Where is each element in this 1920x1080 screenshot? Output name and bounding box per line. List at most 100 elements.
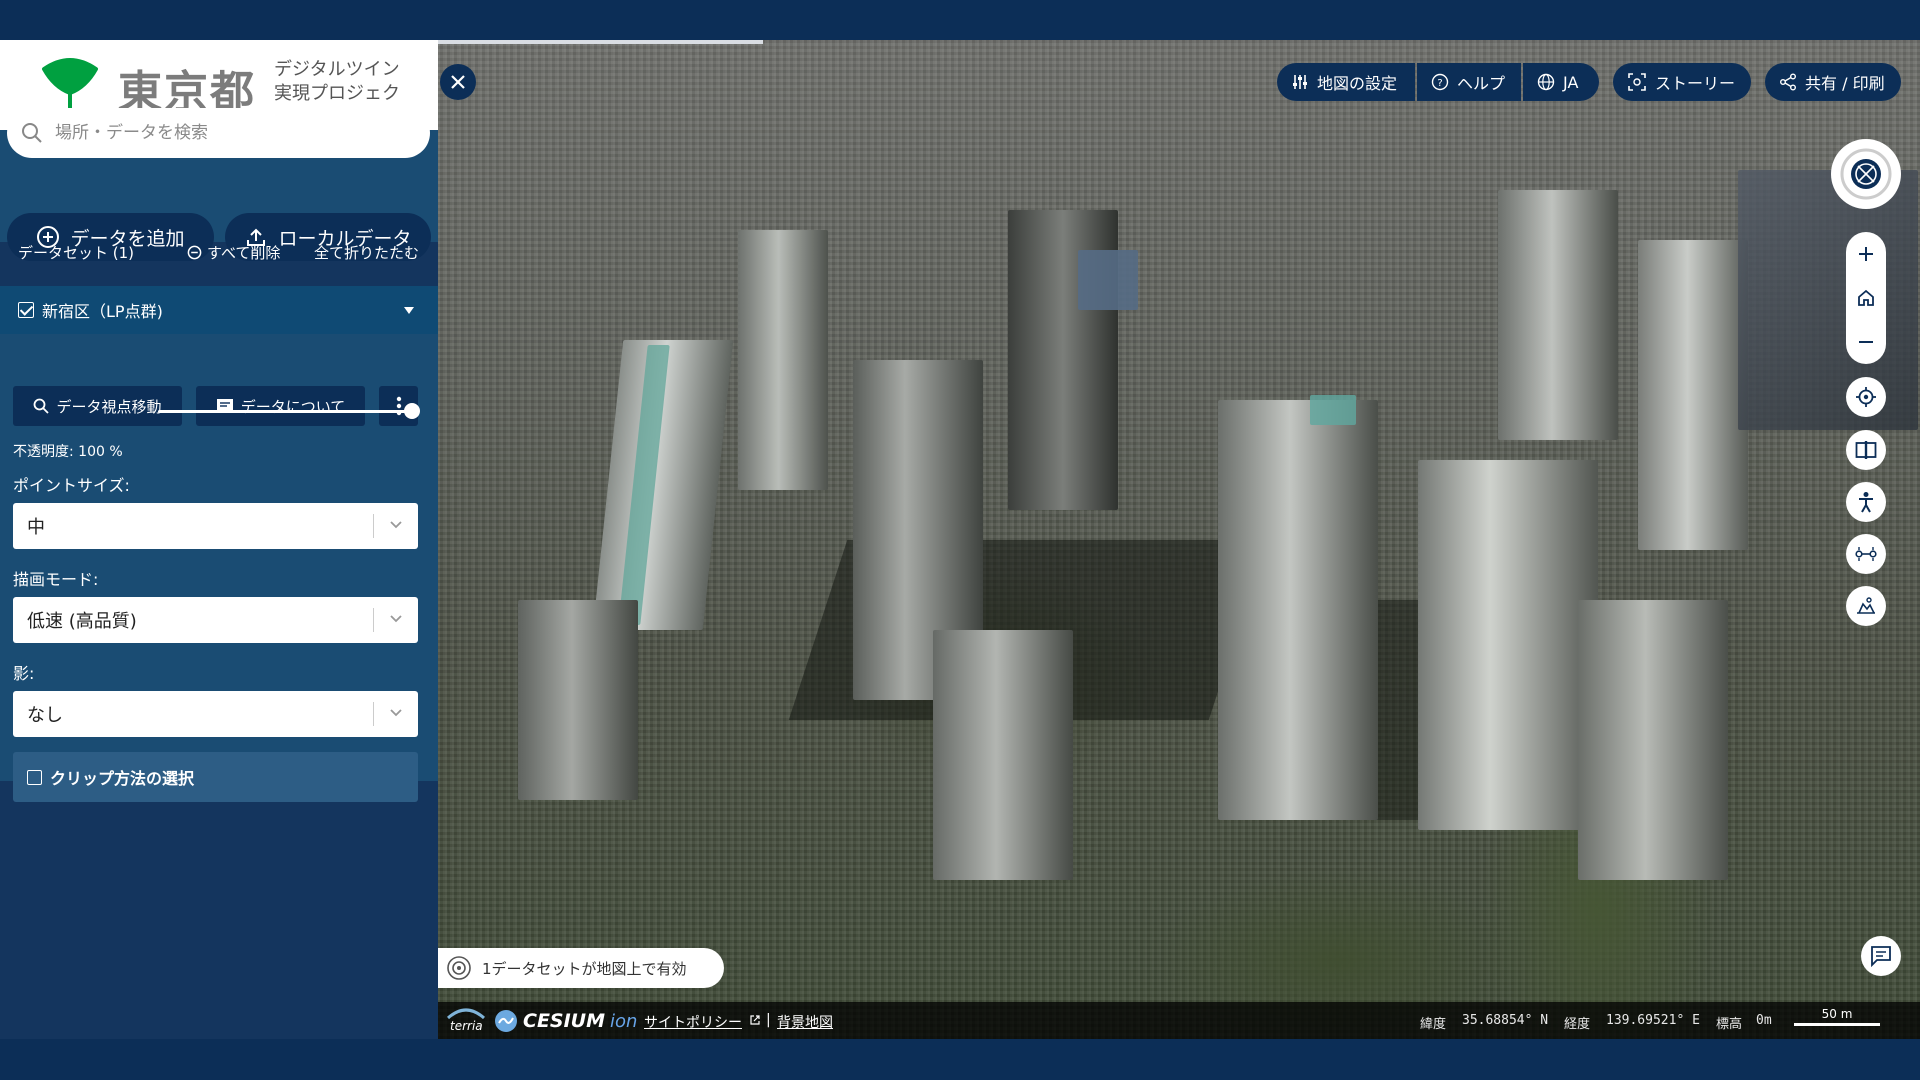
terria-logo-icon [447, 1008, 485, 1020]
chevron-down-icon [390, 615, 402, 623]
home-icon [1858, 289, 1874, 306]
basemap-link[interactable]: 背景地図 [777, 1012, 833, 1032]
crosshair-icon [1856, 387, 1876, 407]
building [518, 600, 638, 800]
attribution-separator: | [766, 1012, 771, 1028]
dataset-title: 新宿区（LP点群) [42, 302, 163, 321]
split-screen-icon [1855, 441, 1877, 459]
zoom-out-button[interactable] [1846, 320, 1886, 364]
map-3d-view[interactable] [438, 40, 1920, 1039]
active-dataset-text: 1データセットが地図上で有効 [482, 959, 687, 978]
search-icon [22, 123, 42, 143]
remove-all-button[interactable]: すべて削除 [187, 242, 280, 263]
building [1578, 600, 1728, 880]
point-size-label: ポイントサイズ: [13, 476, 130, 495]
external-link-icon [750, 1015, 760, 1025]
split-view-button[interactable] [1846, 430, 1886, 470]
opacity-slider-track[interactable] [158, 410, 412, 413]
zoom-controls [1846, 232, 1886, 364]
opacity-slider-handle[interactable] [404, 403, 420, 419]
dataset-header[interactable]: 新宿区（LP点群) [0, 286, 438, 334]
share-print-button[interactable]: 共有 / 印刷 [1765, 63, 1901, 101]
dataset-count-label: データセット (1) [18, 244, 135, 262]
person-icon [1859, 492, 1873, 513]
search-icon [34, 398, 50, 414]
collapse-all-button[interactable]: 全て折りたたむ [314, 242, 419, 263]
latitude-value: 35.68854° N [1462, 1013, 1549, 1028]
active-dataset-status[interactable]: 1データセットが地図上で有効 [438, 948, 724, 988]
clip-label: クリップ方法の選択 [50, 769, 195, 788]
site-policy-link[interactable]: サイトポリシー [644, 1012, 742, 1032]
svg-text:?: ? [1437, 78, 1442, 89]
drawing-tool-button[interactable] [1846, 586, 1886, 626]
longitude-value: 139.69521° E [1606, 1013, 1700, 1028]
pedestrian-mode-button[interactable] [1846, 482, 1886, 522]
close-icon [451, 75, 465, 89]
elevation-value: 0m [1756, 1013, 1772, 1028]
zoom-to-data-button[interactable]: データ視点移動 [13, 386, 182, 426]
about-data-button[interactable]: データについて [196, 386, 365, 426]
story-label: ストーリー [1655, 74, 1736, 93]
clip-checkbox[interactable] [27, 769, 42, 785]
elevation-label: 標高 [1716, 1017, 1743, 1032]
remove-all-label: すべて削除 [207, 244, 281, 262]
story-button[interactable]: ストーリー [1613, 63, 1751, 101]
ion-text: ion [610, 1010, 638, 1032]
layers-active-icon [447, 956, 471, 980]
feedback-icon [1871, 946, 1891, 967]
scale-line [1794, 1023, 1880, 1026]
dataset-visibility-checkbox[interactable] [18, 302, 34, 318]
building [738, 230, 828, 490]
chevron-down-icon [390, 709, 402, 717]
building-roof [1310, 395, 1356, 425]
search-box[interactable] [7, 108, 430, 158]
compass-control[interactable] [1831, 139, 1901, 209]
render-mode-select[interactable]: 低速 (高品質) [13, 597, 418, 643]
language-label: JA [1563, 72, 1579, 92]
point-size-value: 中 [27, 517, 45, 538]
home-view-button[interactable] [1846, 276, 1886, 320]
kebab-menu-icon [396, 396, 401, 416]
latitude-label: 緯度 [1420, 1017, 1447, 1032]
measure-icon [1855, 547, 1877, 561]
language-button[interactable]: JA [1523, 63, 1599, 101]
building [933, 630, 1073, 880]
about-data-label: データについて [240, 397, 346, 416]
building-roof [1078, 250, 1138, 310]
terrain-draw-icon [1857, 597, 1875, 614]
share-icon [1780, 73, 1796, 91]
opacity-label: 不透明度: 100 % [13, 444, 123, 460]
minus-circle-icon [187, 245, 202, 260]
shadow-select[interactable]: なし [13, 691, 418, 737]
loading-progress-bar [438, 40, 763, 44]
building [1218, 400, 1378, 820]
building [1498, 190, 1618, 440]
longitude-label: 経度 [1564, 1017, 1591, 1032]
search-input[interactable] [55, 108, 415, 158]
story-icon [1628, 73, 1646, 91]
measure-tool-button[interactable] [1846, 534, 1886, 574]
attribution-bar: terria CESIUM ion サイトポリシー | 背景地図 緯度 35.6… [438, 1002, 1920, 1039]
my-location-button[interactable] [1846, 377, 1886, 417]
cesium-logo-icon [495, 1010, 517, 1032]
help-button[interactable]: ? ヘルプ [1417, 63, 1521, 101]
point-size-select[interactable]: 中 [13, 503, 418, 549]
help-label: ヘルプ [1457, 74, 1506, 93]
shadow-label: 影: [13, 664, 35, 683]
terria-logo-text: terria [450, 1019, 483, 1033]
share-print-label: 共有 / 印刷 [1805, 74, 1885, 93]
caret-down-icon[interactable] [404, 307, 414, 314]
clip-method-toggle[interactable]: クリップ方法の選択 [13, 752, 418, 802]
zoom-in-button[interactable] [1846, 232, 1886, 276]
map-settings-button[interactable]: 地図の設定 [1277, 63, 1415, 101]
feedback-button[interactable] [1861, 936, 1901, 976]
scale-label: 50 m [1821, 1007, 1853, 1021]
distant-buildings [1738, 170, 1918, 430]
shadow-value: なし [27, 705, 63, 726]
close-panel-button[interactable] [440, 64, 476, 100]
cesium-ion-logo[interactable]: CESIUM ion [494, 1009, 637, 1033]
building [1638, 240, 1748, 550]
terria-logo[interactable]: terria [446, 1006, 486, 1036]
minus-icon [1859, 341, 1873, 343]
globe-icon [1537, 73, 1555, 91]
